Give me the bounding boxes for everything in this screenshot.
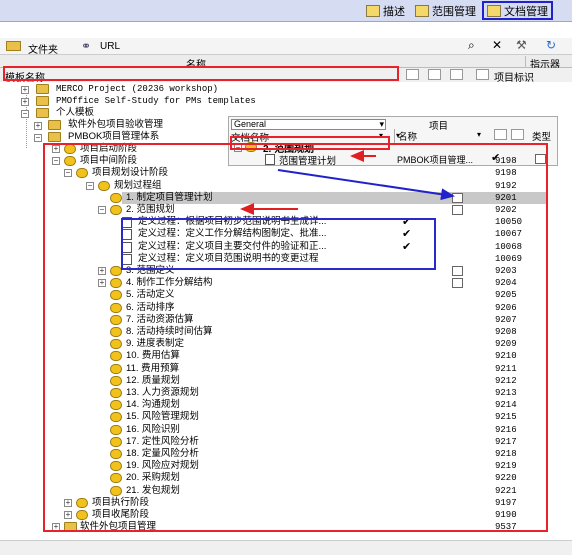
link-doc-icon[interactable] [476, 69, 489, 80]
doc-icon[interactable] [494, 129, 507, 140]
folder-icon [36, 84, 49, 94]
expand-toggle[interactable]: + [21, 98, 29, 106]
attach-icon[interactable] [450, 69, 463, 80]
collapse-toggle[interactable]: − [34, 134, 42, 142]
template-item[interactable]: 个人模板 [56, 107, 94, 119]
template-name-highlight [3, 66, 399, 81]
item-id-label: 项目标识 [494, 73, 534, 84]
tab-description[interactable]: 描述 [363, 1, 408, 20]
description-icon [366, 4, 380, 17]
folder-toolbar: 文件夹 ⚭ URL ⌕ ✕ ⚒ ↻ [0, 38, 572, 56]
link-icon[interactable]: ⚭ [81, 39, 91, 53]
folder-icon [36, 108, 49, 118]
search-icon[interactable]: ⌕ [468, 38, 475, 53]
scope-icon [415, 4, 429, 17]
folder-icon [48, 120, 61, 130]
top-tab-bar: 描述 范围管理 文档管理 [0, 0, 572, 22]
tools-icon[interactable]: ⚒ [516, 38, 527, 52]
close-icon[interactable]: ✕ [492, 38, 502, 52]
template-item[interactable]: PMBOK项目管理体系 [68, 131, 159, 143]
filter-select[interactable]: General ▾ [231, 119, 386, 130]
expand-toggle[interactable]: + [34, 122, 42, 130]
folder-label[interactable]: 文件夹 [28, 41, 58, 56]
folder-icon [36, 96, 49, 106]
folder-icon [48, 132, 61, 142]
expand-toggle[interactable]: + [21, 86, 29, 94]
template-item[interactable]: MERCO Project (20236 workshop) [56, 83, 218, 95]
attach-icon[interactable] [511, 129, 524, 140]
document-icon [487, 4, 501, 17]
dropdown-icon: ▾ [477, 130, 482, 139]
process-definitions-highlight [121, 218, 436, 270]
new-doc-icon[interactable] [406, 69, 419, 80]
folder-icon[interactable] [6, 41, 21, 51]
pmbok-tree-highlight [43, 143, 548, 532]
status-strip [0, 540, 572, 555]
template-item[interactable]: 软件外包项目验收管理 [68, 119, 163, 131]
refresh-icon[interactable]: ↻ [546, 38, 556, 52]
type-label: 类型 [532, 132, 552, 143]
url-label[interactable]: URL [100, 41, 120, 52]
collapse-toggle[interactable]: − [21, 110, 29, 118]
template-item[interactable]: PMOffice Self-Study for PMs templates [56, 95, 256, 107]
tab-document-management[interactable]: 文档管理 [482, 1, 553, 20]
print-icon[interactable] [428, 69, 441, 80]
tab-scope-management[interactable]: 范围管理 [412, 1, 479, 20]
